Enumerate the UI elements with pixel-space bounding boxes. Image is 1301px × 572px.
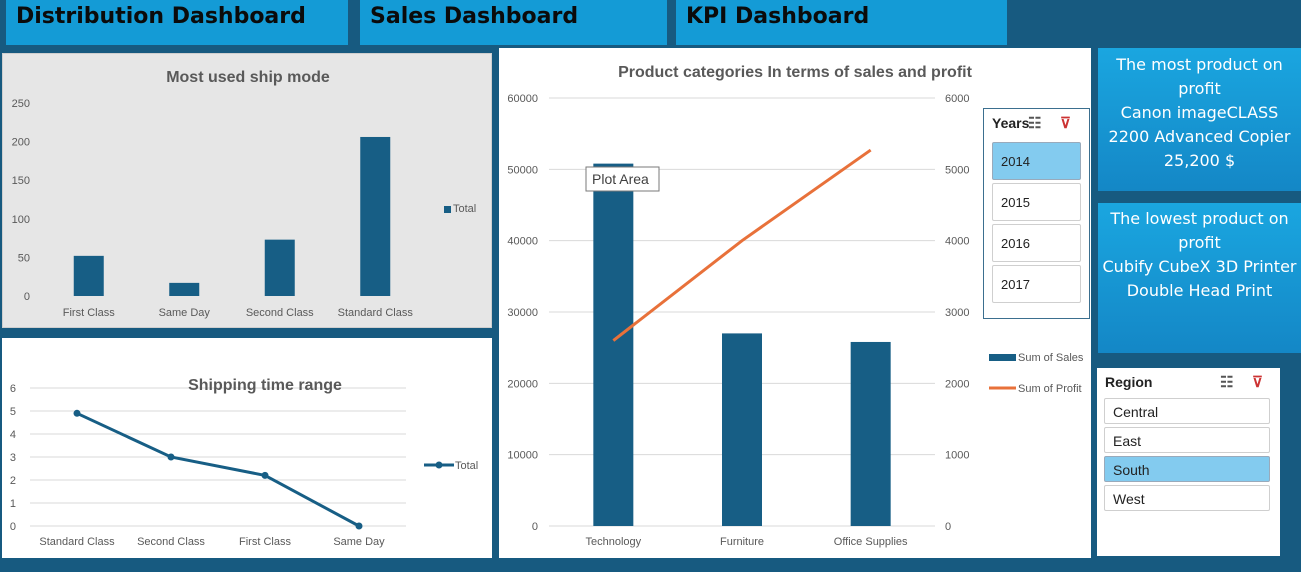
ship-ytick-label: 150	[12, 175, 30, 187]
time-point-standard-class	[73, 409, 81, 417]
ship-bar-second-class	[264, 239, 295, 296]
most-profit-title: The most product on profit	[1116, 55, 1283, 98]
ship-ytick-label: 0	[24, 291, 30, 303]
ship-xtick-label: Second Class	[246, 307, 314, 319]
ship-ytick-label: 100	[12, 214, 30, 226]
time-ytick-label: 3	[10, 452, 16, 464]
cat-ytick-label: 40000	[507, 236, 538, 248]
cat-ytick-label: 20000	[507, 378, 538, 390]
years-slicer: Years ☷ ⊽ 2014 2015 2016 2017	[983, 108, 1090, 319]
ship-mode-chart: Most used ship mode 0 50 100 150 200 250 Firs…	[12, 69, 477, 319]
time-point-same-day	[355, 522, 363, 530]
cat-ytick-label: 50000	[507, 164, 538, 176]
sales-legend-swatch	[989, 354, 1016, 361]
ship-bar-same-day	[169, 282, 200, 296]
cat-y2tick-label: 5000	[945, 164, 969, 176]
years-item-2016[interactable]: 2016	[992, 224, 1081, 262]
shipping-time-series-line	[76, 411, 360, 528]
time-xtick-label: Standard Class	[39, 536, 115, 548]
most-profit-card: The most product on profit Canon imageCL…	[1098, 48, 1301, 191]
sales-bar-office-supplies	[850, 341, 891, 526]
cat-xtick-label: Office Supplies	[834, 536, 908, 548]
region-slicer: Region ☷ ⊽ Central East South West	[1097, 368, 1280, 556]
tab-kpi-dashboard[interactable]: KPI Dashboard	[676, 0, 1007, 45]
time-point-second-class	[167, 453, 175, 461]
plot-area-tooltip-text: Plot Area	[592, 171, 649, 187]
time-legend-label: Total	[455, 460, 478, 472]
time-ytick-label: 1	[10, 498, 16, 510]
ship-legend-label: Total	[453, 203, 476, 215]
time-ytick-label: 4	[10, 429, 16, 441]
clear-filter-icon[interactable]: ⊽	[1060, 114, 1071, 132]
cat-ytick-label: 10000	[507, 450, 538, 462]
most-profit-product: Canon imageCLASS 2200 Advanced Copier	[1108, 103, 1291, 146]
sales-bar-furniture	[722, 333, 762, 526]
cat-xtick-label: Technology	[586, 536, 642, 548]
ship-legend-swatch	[444, 206, 451, 213]
region-item-south[interactable]: South	[1104, 456, 1270, 482]
time-ytick-label: 2	[10, 475, 16, 487]
years-slicer-header: Years ☷ ⊽	[984, 109, 1089, 139]
region-item-west[interactable]: West	[1104, 485, 1270, 511]
region-slicer-header: Region ☷ ⊽	[1097, 368, 1280, 398]
time-xtick-label: Same Day	[333, 536, 385, 548]
ship-xtick-label: Standard Class	[338, 307, 414, 319]
ship-ytick-label: 200	[12, 137, 30, 149]
shipping-time-chart: Shipping time range 0 1 2 3 4 5 6 Standard Cla…	[10, 377, 478, 548]
ship-bar-first-class	[73, 255, 104, 296]
profit-legend-label: Sum of Profit	[1018, 383, 1082, 395]
cat-y2tick-label: 0	[945, 521, 951, 533]
cat-xtick-label: Furniture	[720, 536, 764, 548]
most-profit-value: 25,200 $	[1163, 151, 1236, 170]
sales-legend-label: Sum of Sales	[1018, 352, 1084, 364]
ship-mode-chart-title: Most used ship mode	[166, 69, 330, 86]
time-xtick-label: Second Class	[137, 536, 205, 548]
cat-y2tick-label: 1000	[945, 450, 969, 462]
multi-select-icon[interactable]: ☷	[1028, 114, 1041, 132]
cat-ytick-label: 0	[532, 521, 538, 533]
product-categories-chart-title: Product categories In terms of sales and…	[618, 64, 973, 81]
cat-y2tick-label: 2000	[945, 378, 969, 390]
region-item-east[interactable]: East	[1104, 427, 1270, 453]
years-item-2014[interactable]: 2014	[992, 142, 1081, 180]
cat-y2tick-label: 6000	[945, 93, 969, 105]
lowest-profit-card: The lowest product on profit Cubify Cube…	[1098, 203, 1301, 353]
cat-y2tick-label: 4000	[945, 236, 969, 248]
cat-ytick-label: 30000	[507, 307, 538, 319]
ship-ytick-label: 50	[18, 252, 30, 264]
plot-area-tooltip: Plot Area	[585, 166, 660, 192]
time-legend-marker	[435, 461, 443, 469]
time-ytick-label: 5	[10, 406, 16, 418]
clear-filter-icon[interactable]: ⊽	[1252, 373, 1263, 391]
time-point-first-class	[261, 471, 269, 479]
ship-bar-standard-class	[360, 136, 391, 296]
multi-select-icon[interactable]: ☷	[1220, 373, 1233, 391]
time-ytick-label: 0	[10, 521, 16, 533]
lowest-profit-title: The lowest product on profit	[1110, 209, 1289, 252]
time-ytick-label: 6	[10, 383, 16, 395]
ship-mode-chart-panel: Most used ship mode 0 50 100 150 200 250 Firs…	[2, 53, 492, 328]
lowest-profit-product: Cubify CubeX 3D Printer Double Head Prin…	[1102, 257, 1297, 300]
cat-y2tick-label: 3000	[945, 307, 969, 319]
sales-bar-technology	[593, 163, 634, 527]
tab-distribution-dashboard[interactable]: Distribution Dashboard	[6, 0, 348, 45]
ship-xtick-label: First Class	[63, 307, 115, 319]
years-slicer-title: Years	[992, 115, 1030, 131]
years-item-2017[interactable]: 2017	[992, 265, 1081, 303]
shipping-time-chart-panel: Shipping time range 0 1 2 3 4 5 6 Standard Cla…	[2, 338, 492, 558]
shipping-time-chart-title: Shipping time range	[188, 377, 342, 394]
ship-ytick-label: 250	[12, 98, 30, 110]
time-xtick-label: First Class	[239, 536, 291, 548]
region-item-central[interactable]: Central	[1104, 398, 1270, 424]
years-item-2015[interactable]: 2015	[992, 183, 1081, 221]
ship-xtick-label: Same Day	[159, 307, 211, 319]
cat-ytick-label: 60000	[507, 93, 538, 105]
region-slicer-title: Region	[1105, 374, 1153, 390]
tab-sales-dashboard[interactable]: Sales Dashboard	[360, 0, 667, 45]
